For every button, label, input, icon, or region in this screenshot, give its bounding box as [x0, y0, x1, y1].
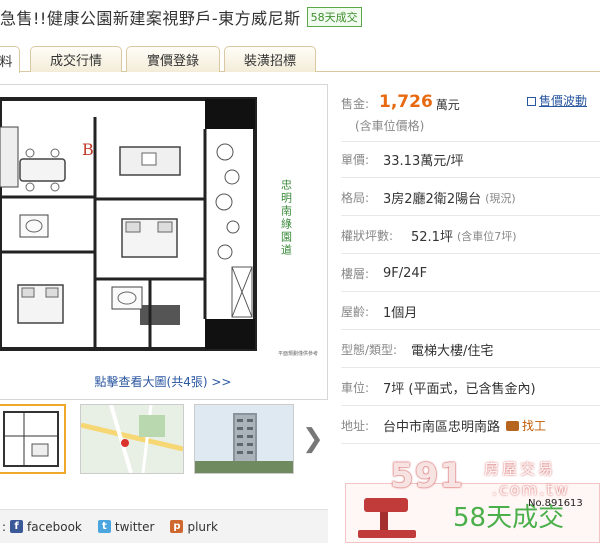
- chart-icon: [527, 97, 536, 106]
- listing-number: No.891613: [528, 498, 583, 509]
- parking-label: 車位:: [341, 381, 370, 395]
- tab-bar: 料 成交行情 實價登錄 裝潢招標: [0, 44, 600, 73]
- svg-text:B: B: [82, 140, 94, 159]
- sold-stamp-box: 58天成交 No.891613: [345, 455, 600, 543]
- 591-logo: 591: [390, 456, 464, 496]
- layout-row: 格局: 3房2廳2衛2陽台 (現況): [341, 180, 600, 216]
- share-bar: : f facebook t twitter p plurk: [0, 509, 328, 543]
- sold-days-badge: 58天成交: [306, 7, 362, 27]
- age-label: 屋齡:: [341, 305, 370, 319]
- floor-row: 樓層: 9F/24F: [341, 256, 600, 292]
- unit-price-label: 單價:: [341, 153, 370, 167]
- layout-note: (現況): [485, 191, 516, 205]
- price-label: 售金:: [341, 97, 370, 111]
- age-row: 屋齡: 1個月: [341, 294, 600, 330]
- price-fluctuation-link[interactable]: 售價波動: [527, 92, 587, 109]
- share-facebook[interactable]: f facebook: [10, 520, 82, 534]
- svg-text:平面規劃僅供參考: 平面規劃僅供參考: [278, 350, 318, 357]
- next-photo-arrow[interactable]: ❯: [302, 424, 324, 454]
- share-twitter-label: twitter: [114, 519, 155, 534]
- share-plurk[interactable]: p plurk: [170, 519, 218, 534]
- tab-actual-price[interactable]: 實價登錄: [126, 46, 220, 72]
- layout-label: 格局:: [341, 191, 370, 205]
- find-worker-link[interactable]: 找工: [506, 417, 546, 434]
- thumbnail-floor-plan[interactable]: [0, 404, 66, 474]
- view-all-photos-link[interactable]: 點擊查看大圖(共4張) >>: [0, 373, 326, 390]
- twitter-icon: t: [97, 520, 111, 533]
- floor-value: 9F/24F: [383, 266, 428, 281]
- price-value: 1,726: [379, 92, 433, 112]
- type-value: 電梯大樓/住宅: [411, 344, 494, 359]
- unit-price-row: 單價: 33.13萬元/坪: [341, 142, 600, 178]
- area-note: (含車位7坪): [456, 229, 517, 243]
- tab-market-price[interactable]: 成交行情: [30, 46, 122, 72]
- plurk-icon: p: [170, 520, 184, 533]
- tab-renovation[interactable]: 裝潢招標: [224, 46, 316, 72]
- photo-thumbnails: ❯: [0, 404, 328, 476]
- 591-logo-domain: .com.tw: [492, 480, 570, 499]
- thumbnail-building[interactable]: [194, 404, 294, 474]
- floor-label: 樓層:: [341, 267, 370, 281]
- area-label: 權狀坪數:: [341, 229, 394, 243]
- parking-value: 7坪 (平面式，已含售金內): [383, 382, 536, 397]
- layout-value: 3房2廳2衛2陽台: [383, 192, 482, 207]
- share-facebook-label: facebook: [27, 519, 82, 534]
- share-plurk-label: plurk: [187, 519, 218, 534]
- floor-plan-panel: B 忠明南綠園道 平面規劃僅供參考 點擊查看大圖(共4張) >>: [0, 84, 328, 400]
- share-prefix: :: [2, 519, 7, 534]
- type-row: 型態/類型: 電梯大樓/住宅: [341, 332, 600, 368]
- tab-details[interactable]: 料: [0, 46, 20, 73]
- price-unit: 萬元: [435, 98, 460, 112]
- 591-logo-text: 房屋交易: [484, 460, 557, 478]
- price-note: (含車位價格): [355, 119, 425, 133]
- floor-plan-image[interactable]: B 忠明南綠園道 平面規劃僅供參考: [0, 87, 326, 365]
- svg-text:忠明南綠園道: 忠明南綠園道: [280, 179, 293, 257]
- price-row: 售金: 1,726 萬元 (含車位價格) 售價波動: [341, 84, 600, 142]
- listing-title-bar: 急售!!健康公園新建案視野戶-東方威尼斯 58天成交: [0, 4, 362, 30]
- address-label: 地址:: [341, 419, 370, 433]
- unit-price-value: 33.13萬元/坪: [383, 154, 464, 169]
- listing-title: 急售!!健康公園新建案視野戶-東方威尼斯: [0, 9, 301, 28]
- address-row: 地址: 台中市南區忠明南路 找工: [341, 408, 600, 444]
- toolbox-icon: [506, 420, 520, 431]
- age-value: 1個月: [383, 306, 418, 321]
- share-twitter[interactable]: t twitter: [97, 519, 155, 534]
- address-value: 台中市南區忠明南路: [383, 420, 501, 435]
- area-value: 52.1坪: [411, 230, 453, 245]
- facebook-icon: f: [10, 520, 24, 533]
- type-label: 型態/類型:: [341, 343, 398, 357]
- parking-row: 車位: 7坪 (平面式，已含售金內): [341, 370, 600, 406]
- area-row: 權狀坪數: 52.1坪 (含車位7坪): [341, 218, 600, 254]
- thumbnail-map[interactable]: [80, 404, 184, 474]
